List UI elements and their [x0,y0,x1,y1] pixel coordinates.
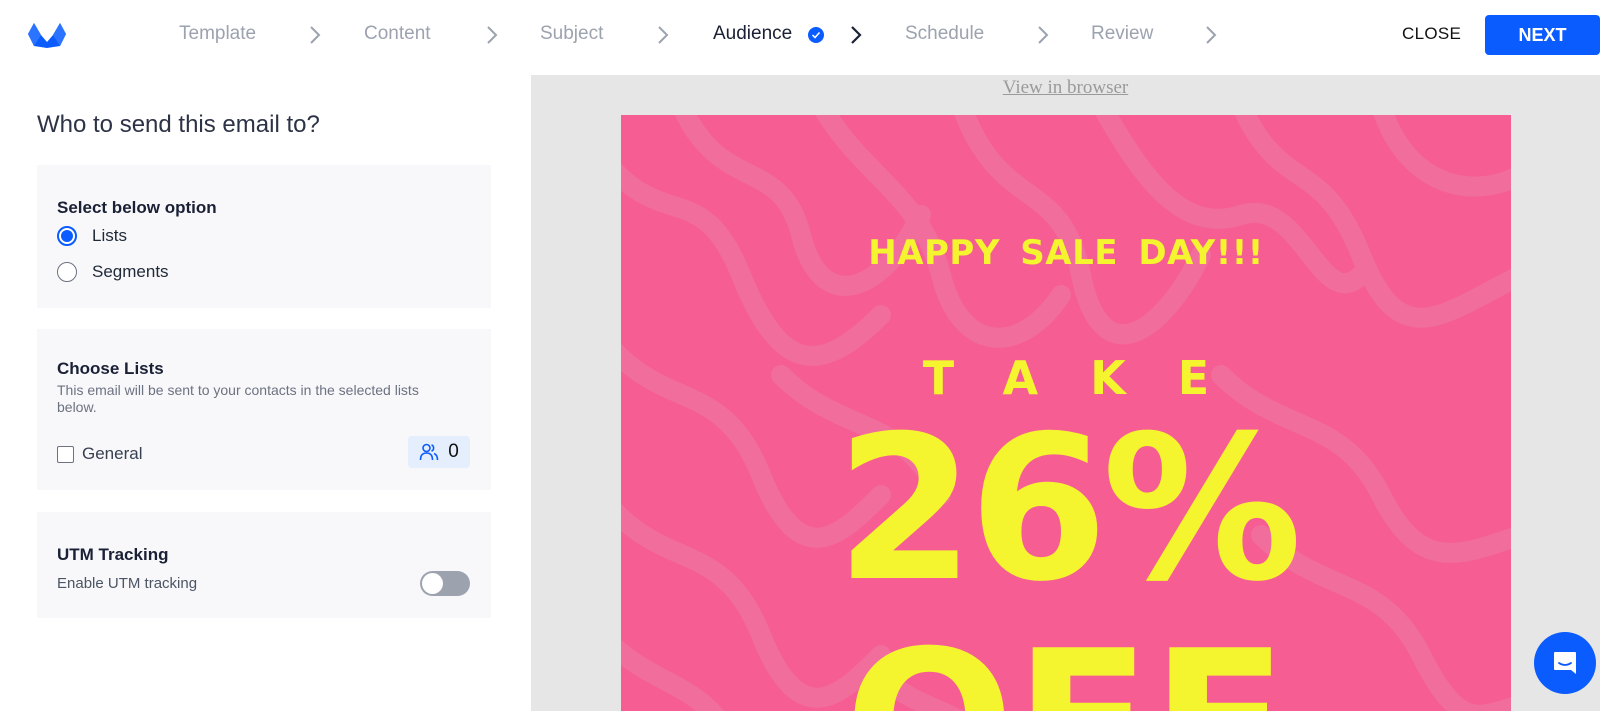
list-item-general[interactable]: General [57,444,142,464]
step-subject[interactable]: Subject [540,23,603,45]
brand-logo[interactable] [28,22,66,48]
chevron-right-icon [658,26,669,44]
contact-count-badge: 0 [408,436,470,468]
next-button[interactable]: NEXT [1485,15,1600,55]
step-review[interactable]: Review [1091,23,1153,45]
email-preview-panel: View in browser HAPPY SALE DAY!!! TAKE 2… [531,75,1600,711]
chevron-right-icon [1206,26,1217,44]
list-label: General [82,444,143,463]
chat-icon [1554,652,1576,674]
contact-count: 0 [448,441,459,462]
radio-button[interactable] [57,262,77,282]
view-in-browser-link[interactable]: View in browser [531,77,1600,99]
card-description: This email will be sent to your contacts… [57,382,419,415]
radio-segments[interactable]: Segments [57,262,169,282]
step-schedule[interactable]: Schedule [905,23,984,45]
card-description: Enable UTM tracking [57,575,198,592]
page-title: Who to send this email to? [37,111,320,138]
send-option-card: Select below option Lists Segments [37,165,491,308]
email-preview: HAPPY SALE DAY!!! TAKE 26% OFF [621,115,1511,711]
step-audience[interactable]: Audience [713,23,792,45]
radio-lists[interactable]: Lists [57,226,127,246]
email-discount: 26% [835,393,1303,626]
check-circle-icon [808,27,824,43]
step-template[interactable]: Template [179,23,256,45]
users-icon [419,443,439,461]
audience-panel: Who to send this email to? Select below … [0,75,531,711]
radio-label: Segments [92,262,169,281]
list-checkbox[interactable] [57,445,74,463]
step-content[interactable]: Content [364,23,431,45]
card-title: UTM Tracking [57,545,169,564]
radio-label: Lists [92,226,127,245]
email-headline: HAPPY SALE DAY!!! [868,233,1264,273]
card-title: Select below option [57,198,217,217]
chevron-right-icon [310,26,321,44]
chevron-right-icon [1038,26,1049,44]
utm-toggle[interactable] [420,571,470,596]
email-off-text: OFF [621,625,1511,711]
utm-tracking-card: UTM Tracking Enable UTM tracking [37,512,491,618]
chat-widget-button[interactable] [1534,632,1596,694]
top-bar: Template Content Subject Audience Schedu… [0,0,1600,75]
chevron-right-icon [487,26,498,44]
radio-button[interactable] [57,226,77,246]
card-title: Choose Lists [57,359,164,378]
chevron-right-icon [851,26,862,44]
close-button[interactable]: CLOSE [1402,24,1461,44]
choose-lists-card: Choose Lists This email will be sent to … [37,329,491,490]
